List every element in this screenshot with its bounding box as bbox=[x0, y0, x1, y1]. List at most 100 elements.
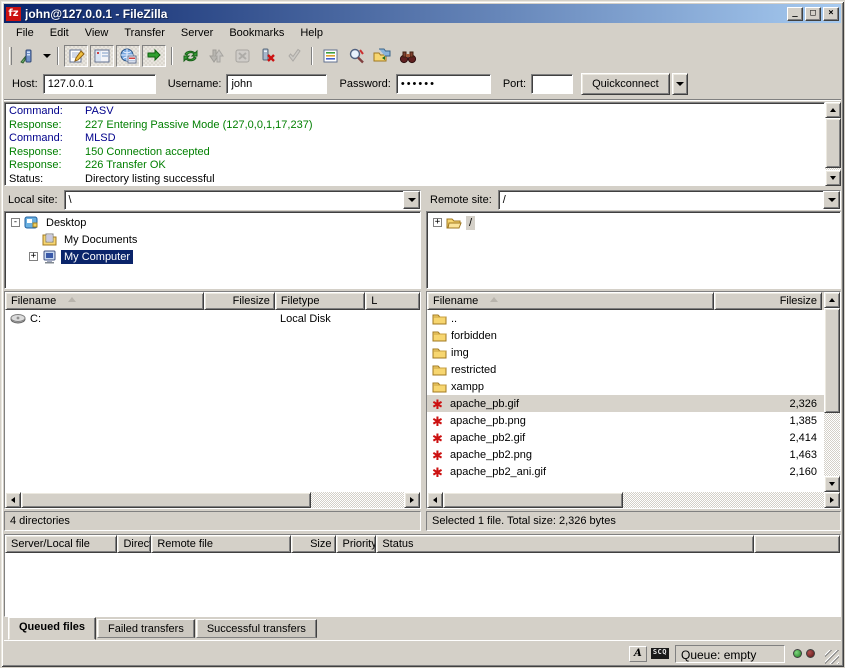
tree-item-my-documents[interactable]: My Documents bbox=[7, 231, 418, 248]
log-scrollbar-thumb[interactable] bbox=[825, 118, 841, 168]
log-vertical-scrollbar[interactable] bbox=[825, 102, 841, 186]
file-row-img[interactable]: img bbox=[427, 344, 824, 361]
minimize-button[interactable]: _ bbox=[787, 7, 803, 21]
scroll-right-icon[interactable] bbox=[824, 492, 840, 508]
scroll-left-icon[interactable] bbox=[5, 492, 21, 508]
scroll-down-icon[interactable] bbox=[825, 170, 841, 186]
log-line-type: Command: bbox=[9, 132, 85, 146]
scroll-up-icon[interactable] bbox=[824, 292, 840, 308]
column-header-blank[interactable] bbox=[754, 535, 840, 553]
menu-file[interactable]: File bbox=[8, 24, 42, 42]
tree-item--[interactable]: +/ bbox=[429, 214, 838, 231]
password-input[interactable]: •••••• bbox=[396, 74, 491, 94]
site-manager-dropdown-button[interactable] bbox=[41, 45, 53, 67]
local-site-dropdown-button[interactable] bbox=[403, 191, 420, 209]
site-manager-icon[interactable] bbox=[16, 45, 40, 67]
menu-transfer[interactable]: Transfer bbox=[116, 24, 173, 42]
tree-item-desktop[interactable]: -Desktop bbox=[7, 214, 418, 231]
scroll-down-icon[interactable] bbox=[824, 476, 840, 492]
remote-site-combobox[interactable]: / bbox=[498, 190, 841, 210]
username-input[interactable]: john bbox=[226, 74, 327, 94]
host-input[interactable]: 127.0.0.1 bbox=[43, 74, 156, 94]
toggle-remote-tree-icon[interactable] bbox=[116, 45, 140, 67]
file-row-apache-pb2-ani-gif[interactable]: ✱apache_pb2_ani.gif2,160 bbox=[427, 463, 824, 480]
column-header-directi-[interactable]: Directi... bbox=[117, 535, 151, 553]
menu-bookmarks[interactable]: Bookmarks bbox=[221, 24, 292, 42]
menu-edit[interactable]: Edit bbox=[42, 24, 77, 42]
menu-server[interactable]: Server bbox=[173, 24, 221, 42]
file-row-c-[interactable]: C:Local Disk bbox=[5, 310, 420, 327]
local-horizontal-scrollbar[interactable] bbox=[5, 492, 420, 508]
message-log: Command:PASVResponse:227 Entering Passiv… bbox=[4, 102, 825, 186]
transfer-type-indicator-icon[interactable]: A bbox=[629, 646, 647, 662]
collapse-icon[interactable]: - bbox=[11, 218, 20, 227]
tab-failed-transfers[interactable]: Failed transfers bbox=[97, 619, 195, 638]
toggle-queue-icon[interactable] bbox=[142, 45, 166, 67]
file-row-restricted[interactable]: restricted bbox=[427, 361, 824, 378]
filezilla-logo-icon: fz bbox=[6, 7, 21, 21]
column-header-l[interactable]: L bbox=[365, 292, 420, 310]
resize-grip[interactable] bbox=[825, 650, 839, 664]
column-header-filename[interactable]: Filename bbox=[427, 292, 714, 310]
file-row-apache-pb2-gif[interactable]: ✱apache_pb2.gif2,414 bbox=[427, 429, 824, 446]
menu-help[interactable]: Help bbox=[292, 24, 331, 42]
folder-open-icon bbox=[446, 216, 462, 229]
toggle-message-log-icon[interactable] bbox=[64, 45, 88, 67]
column-header-filename[interactable]: Filename bbox=[5, 292, 204, 310]
quickconnect-button[interactable]: Quickconnect bbox=[581, 73, 670, 95]
file-row-apache-pb-gif[interactable]: ✱apache_pb.gif2,326 bbox=[427, 395, 824, 412]
cell-text: 1,385 bbox=[789, 415, 817, 427]
remote-list-body: ..forbiddenimgrestrictedxampp✱apache_pb.… bbox=[427, 310, 824, 492]
local-file-list: FilenameFilesizeFiletypeL C:Local Disk bbox=[4, 291, 421, 509]
column-header-filesize[interactable]: Filesize bbox=[714, 292, 822, 310]
file-row-apache-pb2-png[interactable]: ✱apache_pb2.png1,463 bbox=[427, 446, 824, 463]
column-header-status[interactable]: Status bbox=[376, 535, 754, 553]
expand-icon[interactable]: + bbox=[29, 252, 38, 261]
column-header-size[interactable]: Size bbox=[291, 535, 337, 553]
remote-site-dropdown-button[interactable] bbox=[823, 191, 840, 209]
file-row--[interactable]: .. bbox=[427, 310, 824, 327]
column-header-filesize[interactable]: Filesize bbox=[204, 292, 275, 310]
disconnect-icon[interactable] bbox=[256, 45, 280, 67]
file-row-apache-pb-png[interactable]: ✱apache_pb.png1,385 bbox=[427, 412, 824, 429]
toolbar-separator bbox=[171, 47, 173, 65]
scroll-right-icon[interactable] bbox=[404, 492, 420, 508]
port-input[interactable] bbox=[531, 74, 573, 94]
speed-limit-indicator-icon[interactable]: SCQ bbox=[651, 648, 669, 659]
find-files-icon[interactable] bbox=[396, 45, 420, 67]
remote-pane: Remote site: / +/ FilenameFilesize ..for… bbox=[426, 189, 841, 531]
scroll-left-icon[interactable] bbox=[427, 492, 443, 508]
column-header-filetype[interactable]: Filetype bbox=[275, 292, 365, 310]
toggle-local-tree-icon[interactable] bbox=[90, 45, 114, 67]
tree-item-my-computer[interactable]: +My Computer bbox=[7, 248, 418, 265]
column-header-server-local-file[interactable]: Server/Local file bbox=[5, 535, 117, 553]
tab-successful-transfers[interactable]: Successful transfers bbox=[196, 619, 317, 638]
remote-scrollbar-thumb[interactable] bbox=[824, 308, 840, 413]
menu-view[interactable]: View bbox=[77, 24, 117, 42]
expand-icon[interactable]: + bbox=[433, 218, 442, 227]
log-line-type: Status: bbox=[9, 173, 85, 187]
filter-icon[interactable] bbox=[318, 45, 342, 67]
tab-queued-files[interactable]: Queued files bbox=[8, 617, 96, 640]
refresh-icon[interactable] bbox=[178, 45, 202, 67]
synchronized-browsing-icon[interactable] bbox=[370, 45, 394, 67]
local-status-text: 4 directories bbox=[4, 511, 421, 531]
cell-text: 2,414 bbox=[789, 432, 817, 444]
maximize-button[interactable]: □ bbox=[805, 7, 821, 21]
remote-vertical-scrollbar[interactable] bbox=[824, 292, 840, 492]
scroll-up-icon[interactable] bbox=[825, 102, 841, 118]
directory-comparison-icon[interactable] bbox=[344, 45, 368, 67]
quickconnect-dropdown-button[interactable] bbox=[672, 73, 688, 95]
folder-icon bbox=[432, 380, 447, 393]
column-header-priority[interactable]: Priority bbox=[336, 535, 376, 553]
close-button[interactable]: × bbox=[823, 7, 839, 21]
remote-scrollbar-thumb-h[interactable] bbox=[443, 492, 623, 508]
remote-horizontal-scrollbar[interactable] bbox=[427, 492, 840, 508]
folder-icon bbox=[432, 329, 447, 342]
file-row-xampp[interactable]: xampp bbox=[427, 378, 824, 395]
column-header-remote-file[interactable]: Remote file bbox=[151, 535, 290, 553]
local-scrollbar-thumb[interactable] bbox=[21, 492, 311, 508]
file-row-forbidden[interactable]: forbidden bbox=[427, 327, 824, 344]
local-site-combobox[interactable]: \ bbox=[64, 190, 421, 210]
cell: ✱apache_pb2.png bbox=[427, 448, 714, 462]
